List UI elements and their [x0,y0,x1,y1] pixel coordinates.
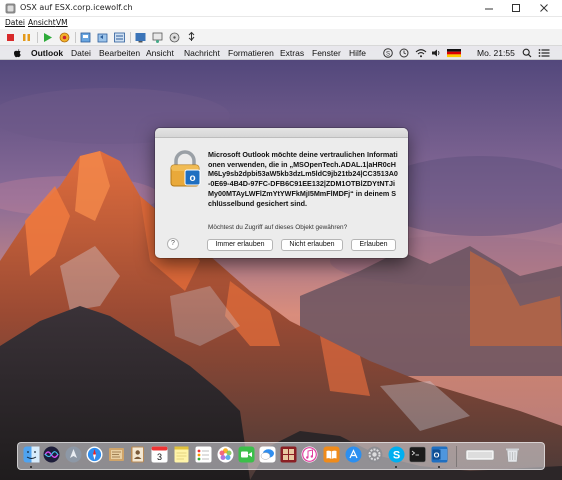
messages-icon[interactable] [259,446,276,463]
dock: 3 S O [17,442,545,470]
usb-icon[interactable] [185,31,198,44]
cd-drive-icon[interactable] [168,31,181,44]
menu-ansicht[interactable]: Ansicht [28,18,56,27]
guest-desktop[interactable]: Outlook Datei Bearbeiten Ansicht Nachric… [0,46,562,480]
reset-icon[interactable] [58,31,71,44]
window-titlebar: OSX auf ESX.corp.icewolf.ch [0,0,562,17]
allow-button[interactable]: Erlauben [351,239,396,251]
snapshot-icon[interactable] [79,31,92,44]
reminders-icon[interactable] [195,446,212,463]
mail-icon[interactable] [108,446,125,463]
running-indicator [395,466,397,468]
vm-toolbar [0,29,562,46]
photo-booth-icon[interactable] [280,446,297,463]
notification-center-icon[interactable] [538,48,550,58]
photos-icon[interactable] [217,446,234,463]
app-menu-outlook[interactable]: Outlook [31,48,63,58]
network-icon[interactable] [151,31,164,44]
console-icon[interactable] [134,31,147,44]
outlook-icon[interactable]: O [431,446,448,463]
apple-icon[interactable] [13,48,22,58]
dialog-titlebar [155,128,408,138]
close-icon[interactable] [533,0,555,16]
keychain-access-dialog: o Microsoft Outlook möchte deine vertrau… [155,128,408,258]
safari-icon[interactable] [86,446,103,463]
svg-text:O: O [434,450,440,459]
deny-button[interactable]: Nicht erlauben [281,239,343,251]
menu-datei[interactable]: Datei [5,18,25,27]
play-icon[interactable] [41,31,54,44]
calendar-day: 3 [156,452,162,462]
system-preferences-icon[interactable] [366,446,383,463]
skype-status-icon[interactable]: S [383,48,393,58]
revert-snapshot-icon[interactable] [96,31,109,44]
minimize-icon[interactable] [478,0,500,16]
wifi-icon[interactable] [415,48,427,58]
menubar-clock[interactable]: Mo. 21:55 [477,48,515,58]
help-button[interactable]: ? [167,238,179,250]
mac-menu-extras[interactable]: Extras [280,48,304,58]
ibooks-icon[interactable] [323,446,340,463]
toolbar-separator [130,32,131,43]
volume-icon[interactable] [431,48,441,58]
mac-menu-datei[interactable]: Datei [71,48,91,58]
mac-menu-nachricht[interactable]: Nachricht [184,48,220,58]
suspend-icon[interactable] [20,31,33,44]
terminal-icon[interactable] [409,446,426,463]
spotlight-icon[interactable] [522,48,532,58]
toolbar-separator [37,32,38,43]
notes-icon[interactable] [173,446,190,463]
mac-menu-bearbeiten[interactable]: Bearbeiten [99,48,140,58]
contacts-icon[interactable] [129,446,146,463]
siri-icon[interactable] [43,446,60,463]
window-title: OSX auf ESX.corp.icewolf.ch [20,3,133,12]
app-store-icon[interactable] [345,446,362,463]
flag-de-icon[interactable] [446,48,462,58]
launchpad-icon[interactable] [65,446,82,463]
snapshot-manager-icon[interactable] [113,31,126,44]
svg-text:o: o [189,173,195,184]
running-indicator [30,466,32,468]
keyboard-stack-icon[interactable] [465,446,495,463]
vmware-app-icon [5,3,16,14]
maximize-icon[interactable] [505,0,527,16]
mac-menubar: Outlook Datei Bearbeiten Ansicht Nachric… [0,46,562,60]
stop-icon[interactable] [4,31,17,44]
mac-menu-hilfe[interactable]: Hilfe [349,48,366,58]
trash-icon[interactable] [504,446,521,463]
facetime-icon[interactable] [238,446,255,463]
menu-vm[interactable]: VM [56,18,68,27]
running-indicator [438,466,440,468]
mac-menu-formatieren[interactable]: Formatieren [228,48,274,58]
svg-text:S: S [393,450,400,462]
window-menubar: Datei Ansicht VM [0,17,562,29]
finder-icon[interactable] [23,446,40,463]
timemachine-icon[interactable] [398,48,410,58]
toolbar-separator [75,32,76,43]
skype-icon[interactable]: S [388,446,405,463]
dialog-message: Microsoft Outlook möchte deine vertrauli… [208,150,398,208]
mac-menu-ansicht[interactable]: Ansicht [146,48,174,58]
sierra-wallpaper [0,46,562,480]
svg-text:S: S [386,51,390,57]
mac-menu-fenster[interactable]: Fenster [312,48,341,58]
dialog-question: Möchtest du Zugriff auf dieses Objekt ge… [208,224,348,231]
keychain-lock-icon: o [170,150,201,187]
itunes-icon[interactable] [301,446,318,463]
always-allow-button[interactable]: Immer erlauben [207,239,273,251]
dock-separator [456,446,457,467]
